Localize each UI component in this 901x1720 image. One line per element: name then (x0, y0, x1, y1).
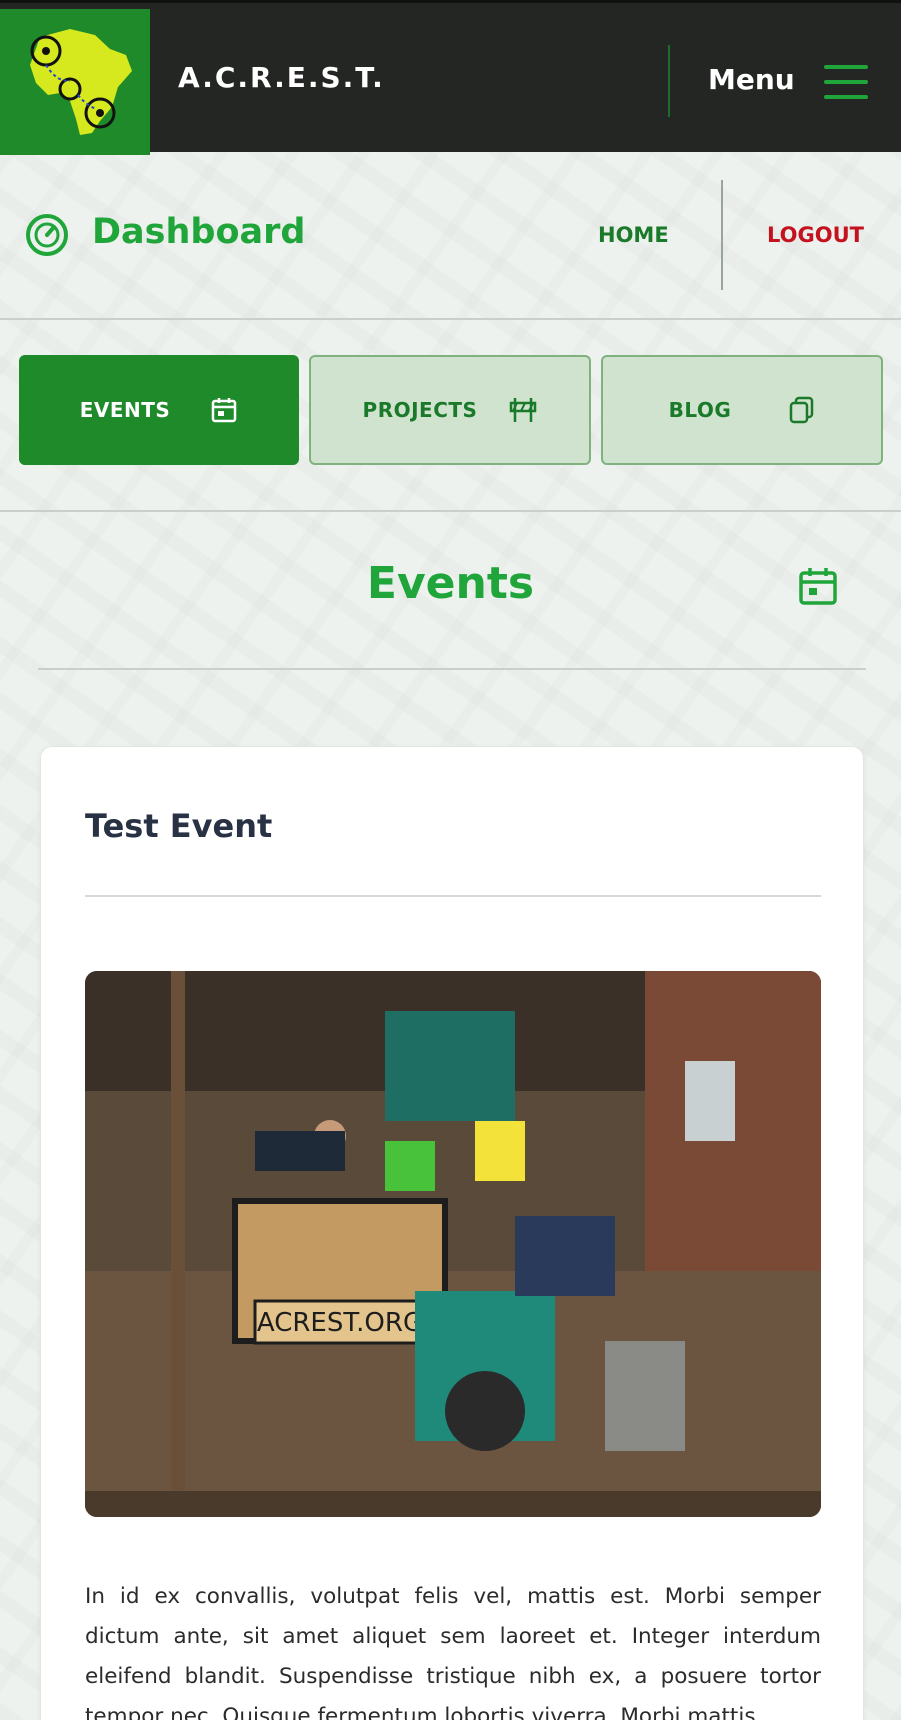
divider (0, 318, 901, 320)
section-title: Events (366, 558, 535, 609)
tab-label: PROJECTS (362, 398, 478, 422)
event-photo[interactable]: ACREST.ORG (85, 971, 821, 1517)
africa-logo-icon (30, 29, 132, 135)
barrier-icon (510, 398, 537, 422)
photo-caption: ACREST.ORG (257, 1308, 423, 1338)
tab-blog[interactable]: BLOG (601, 355, 883, 465)
dashboard-divider (721, 180, 723, 290)
card-divider (85, 895, 821, 897)
home-link[interactable]: HOME (598, 223, 669, 247)
dashboard-header: Dashboard HOME LOGOUT (0, 152, 901, 320)
event-description: In id ex convallis, volutpat felis vel, … (85, 1584, 821, 1720)
tab-label: BLOG (668, 398, 732, 422)
workshop-photo: ACREST.ORG (85, 971, 821, 1517)
logout-link[interactable]: LOGOUT (767, 223, 864, 247)
menu-button-label[interactable]: Menu (708, 63, 795, 96)
site-logo[interactable] (0, 9, 150, 155)
event-card: Test Event ACREST.ORG In id ex convallis… (40, 746, 864, 1720)
tab-label: EVENTS (79, 398, 171, 422)
event-title[interactable]: Test Event (85, 807, 272, 845)
hamburger-menu-icon[interactable] (824, 65, 868, 99)
tab-events[interactable]: EVENTS (19, 355, 299, 465)
tab-projects[interactable]: PROJECTS (309, 355, 591, 465)
pages-icon (790, 396, 814, 424)
dashboard-title: Dashboard (92, 212, 306, 252)
speedometer-icon (26, 214, 68, 256)
divider (0, 510, 901, 512)
calendar-icon (212, 398, 237, 423)
brand-name[interactable]: A.C.R.E.S.T. (178, 61, 385, 94)
top-navbar: A.C.R.E.S.T. Menu (0, 0, 901, 155)
navbar-divider (668, 45, 670, 117)
calendar-icon (799, 568, 837, 605)
divider (38, 668, 866, 670)
